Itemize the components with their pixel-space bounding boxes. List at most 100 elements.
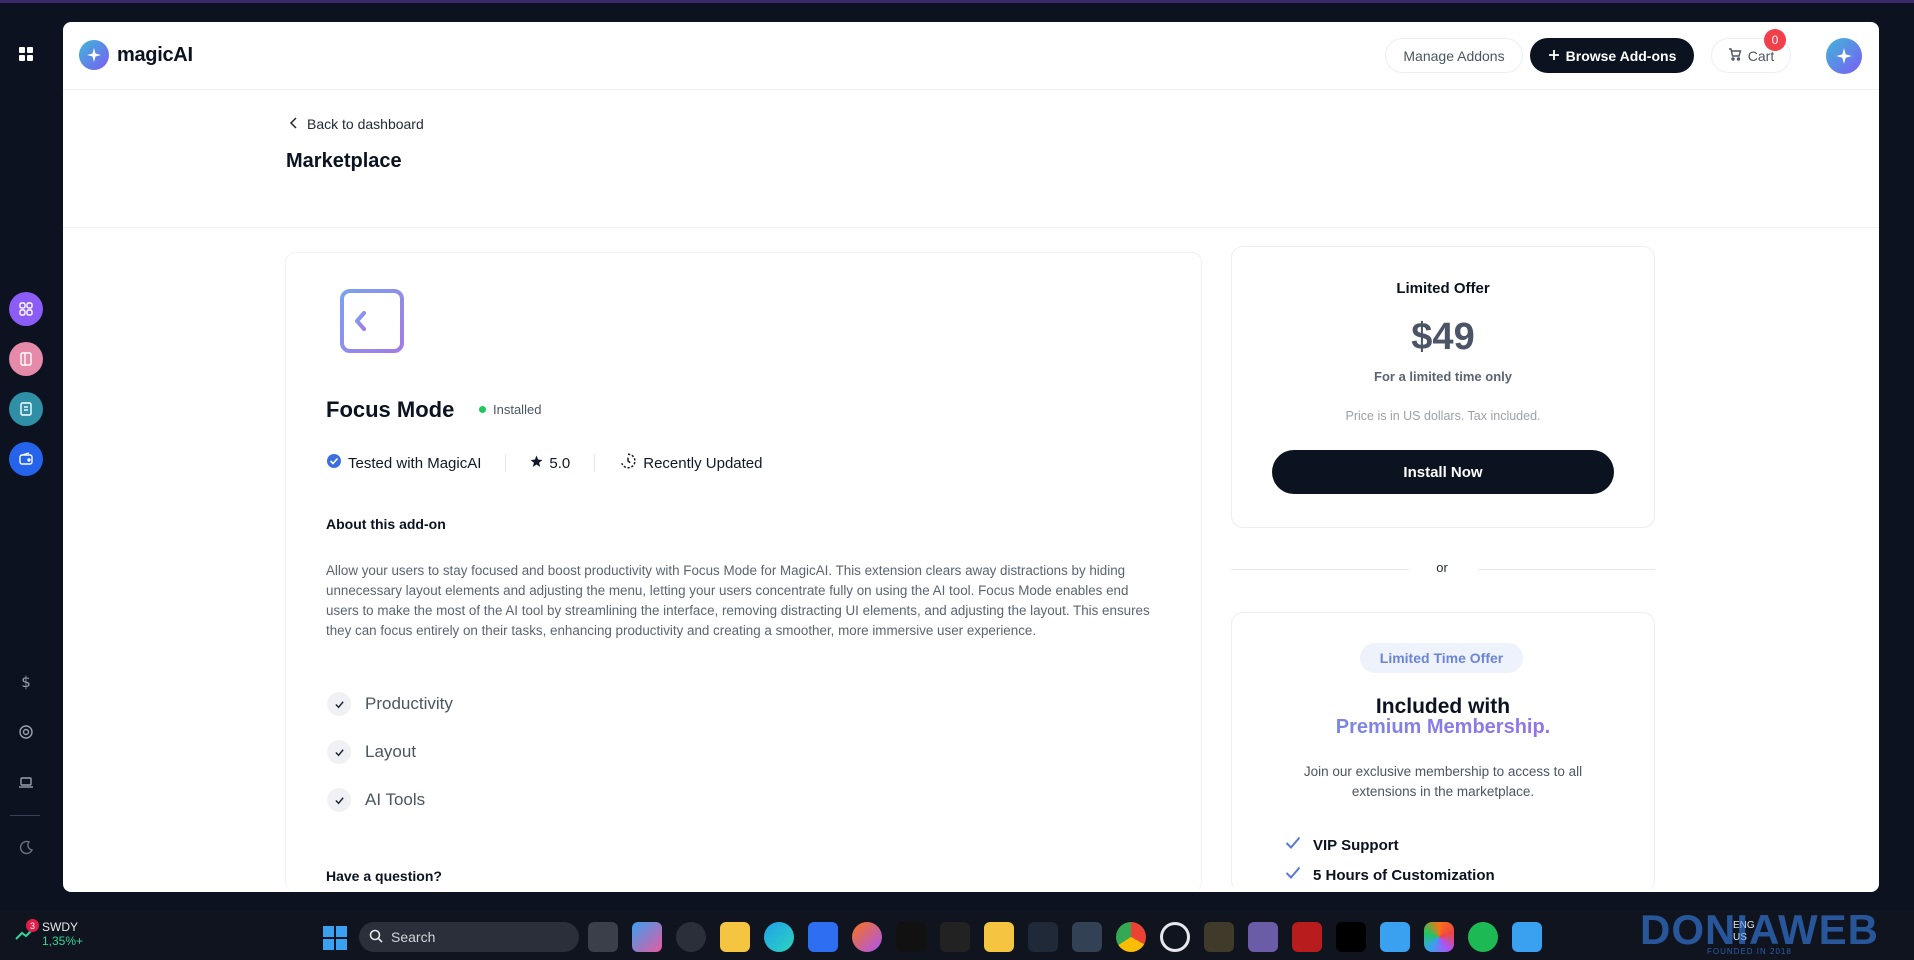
photos-icon[interactable] <box>1424 922 1454 952</box>
list-item: AI Tools <box>327 776 453 824</box>
or-divider-left <box>1231 569 1409 570</box>
offer-price: $49 <box>1411 316 1475 358</box>
search-placeholder: Search <box>391 929 436 945</box>
stock-name: SWDY <box>42 920 78 934</box>
stock-chart-icon: 3 <box>14 919 39 945</box>
rating-value: 5.0 <box>549 454 571 472</box>
status-dot <box>479 406 486 413</box>
or-label: or <box>1436 560 1448 575</box>
chrome-icon[interactable] <box>1116 922 1146 952</box>
addon-meta-row: Tested with MagicAI 5.0 Recently Updated <box>326 452 763 474</box>
windows-start-icon[interactable] <box>322 925 348 956</box>
refresh-clock-icon <box>619 452 637 474</box>
check-icon <box>1285 836 1301 854</box>
check-icon <box>327 740 351 764</box>
list-item: VIP Support <box>1285 830 1495 860</box>
plus-icon <box>1548 48 1560 64</box>
stock-value: 1,35%+ <box>42 934 84 948</box>
search-icon <box>369 929 383 946</box>
install-now-button[interactable]: Install Now <box>1272 450 1614 494</box>
installed-label: Installed <box>493 402 542 417</box>
laptop-icon[interactable] <box>12 768 40 796</box>
about-heading: About this add-on <box>326 516 446 532</box>
chevron-left-icon <box>289 116 299 132</box>
check-icon <box>327 788 351 812</box>
verified-check-icon <box>326 453 342 473</box>
browse-addons-button[interactable]: Browse Add-ons <box>1530 38 1694 73</box>
notepad-icon[interactable] <box>1512 922 1542 952</box>
stock-widget[interactable]: 3 SWDY 1,35%+ <box>14 919 84 948</box>
cart-icon <box>1728 47 1742 64</box>
edge-icon[interactable] <box>764 922 794 952</box>
svg-text:$: $ <box>21 673 31 691</box>
feature-list: Productivity Layout AI Tools <box>327 680 453 824</box>
perk-label: 5 Hours of Customization <box>1313 866 1495 884</box>
firefox-icon[interactable] <box>852 922 882 952</box>
left-rail: $ <box>0 0 62 910</box>
brand-name: magicAI <box>117 43 193 66</box>
game-poster-icon[interactable] <box>1248 922 1278 952</box>
check-icon <box>1285 866 1301 884</box>
meta-divider <box>505 454 507 472</box>
chatgpt-icon[interactable] <box>676 922 706 952</box>
circle-app-icon[interactable] <box>1160 922 1190 952</box>
browse-addons-label: Browse Add-ons <box>1565 47 1677 64</box>
sparkle-logo-icon <box>79 40 109 70</box>
window-top-strip <box>0 0 1914 3</box>
manage-addons-label: Manage Addons <box>1403 47 1505 64</box>
taskbar-search[interactable]: Search <box>359 922 579 952</box>
installed-status: Installed <box>479 402 541 417</box>
rail-book-icon[interactable] <box>9 342 43 376</box>
premium-membership-highlight[interactable]: Premium Membership. <box>1231 716 1655 739</box>
check-icon <box>327 692 351 716</box>
tested-label: Tested with MagicAI <box>348 454 482 472</box>
cat-app-icon[interactable] <box>940 922 970 952</box>
gta-icon[interactable] <box>1028 922 1058 952</box>
onedrive-icon[interactable] <box>1380 922 1410 952</box>
game-app-icon[interactable] <box>984 922 1014 952</box>
list-item: 5 Hours of Customization <box>1285 860 1495 890</box>
dark-mode-moon-icon[interactable] <box>12 834 40 862</box>
apps-grid-icon[interactable] <box>12 40 40 68</box>
cart-count-badge: 0 <box>1764 29 1786 51</box>
store-icon[interactable] <box>808 922 838 952</box>
watermark-tagline: FOUNDED IN 2018 <box>1707 947 1792 956</box>
addon-name: Focus Mode <box>326 397 455 422</box>
back-label: Back to dashboard <box>307 116 424 132</box>
copilot-icon[interactable] <box>632 922 662 952</box>
stock-badge: 3 <box>26 919 39 932</box>
rail-app-grid-icon[interactable] <box>9 292 43 326</box>
list-item: Productivity <box>327 680 453 728</box>
game-emblem-icon[interactable] <box>1204 922 1234 952</box>
manage-addons-button[interactable]: Manage Addons <box>1385 38 1523 73</box>
feature-label: Productivity <box>365 694 453 713</box>
rail-divider <box>10 815 40 816</box>
rail-document-icon[interactable] <box>9 392 43 426</box>
rating: 5.0 <box>530 455 570 472</box>
list-item: Layout <box>327 728 453 776</box>
star-icon <box>530 455 543 472</box>
perk-list: VIP Support 5 Hours of Customization <box>1285 830 1495 890</box>
back-to-dashboard-link[interactable]: Back to dashboard <box>289 116 424 132</box>
support-lifebuoy-icon[interactable] <box>12 718 40 746</box>
taskview-icon[interactable] <box>588 922 618 952</box>
tax-note: Price is in US dollars. Tax included. <box>1345 409 1541 423</box>
jc3-icon[interactable] <box>1336 922 1366 952</box>
epic-games-icon[interactable] <box>896 922 926 952</box>
dollar-icon[interactable]: $ <box>12 668 40 696</box>
offer-title: Limited Offer <box>1396 280 1490 297</box>
tested-badge: Tested with MagicAI <box>326 453 481 473</box>
user-avatar[interactable] <box>1826 38 1862 74</box>
feature-label: AI Tools <box>365 790 426 809</box>
spotify-icon[interactable] <box>1468 922 1498 952</box>
file-explorer-icon[interactable] <box>720 922 750 952</box>
rail-wallet-icon[interactable] <box>9 442 43 476</box>
membership-description: Join our exclusive membership to access … <box>1303 764 1583 799</box>
spiderman-icon[interactable] <box>1292 922 1322 952</box>
top-header: magicAI Manage Addons Browse Add-ons Car… <box>63 22 1879 90</box>
limited-time-offer-badge: Limited Time Offer <box>1360 643 1523 673</box>
game-helmet-icon[interactable] <box>1072 922 1102 952</box>
brand-logo[interactable]: magicAI <box>79 40 193 70</box>
page-title: Marketplace <box>286 150 402 172</box>
question-heading: Have a question? <box>326 868 442 884</box>
